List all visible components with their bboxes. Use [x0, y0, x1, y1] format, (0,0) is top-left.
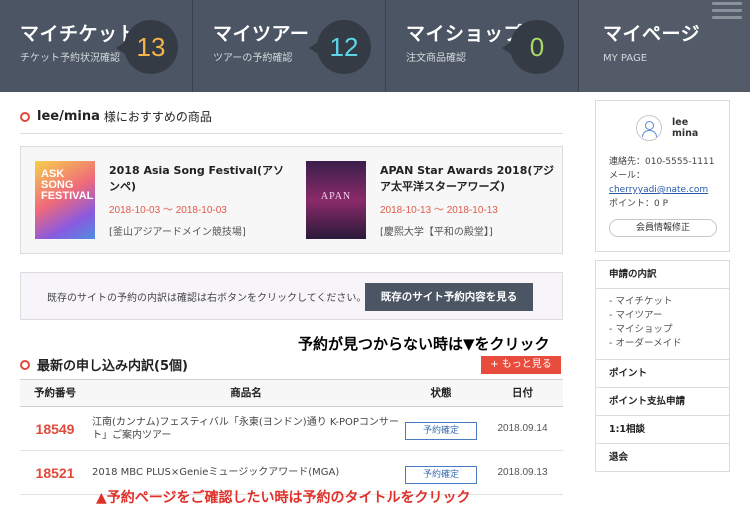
table-header: 予約番号 商品名 状態 日付: [20, 379, 563, 407]
poster-image[interactable]: APAN: [306, 161, 366, 239]
nav-my-page[interactable]: マイページ MY PAGE: [579, 0, 750, 92]
sidebar-item-my-ticket[interactable]: - マイチケット: [609, 295, 729, 309]
sidebar-item-consultation[interactable]: 1:1相談: [596, 415, 729, 443]
annotation-bottom: ▲予約ページをご確認したい時は予約のタイトルをクリック: [96, 490, 471, 506]
annotation-top: 予約が見つからない時は▼をクリック: [298, 335, 550, 353]
recommend-item-date: 2018-10-03 ～ 2018-10-03: [109, 205, 227, 216]
profile-info: 連絡先：010-5555-1111 メール： cherryyadi@nate.c…: [609, 155, 714, 211]
header-reservation-no: 予約番号: [34, 387, 76, 399]
profile-phone: 連絡先：010-5555-1111: [609, 157, 715, 167]
recommend-item-venue: [慶熙大学【平和の殿堂】]: [380, 227, 493, 238]
recent-heading: 最新の申し込み内訳(5個): [20, 355, 188, 374]
sidebar-item-withdraw[interactable]: 退会: [596, 443, 729, 471]
sidebar-apply-list: - マイチケット - マイツアー - マイショップ - オーダーメイド: [596, 288, 729, 359]
bullet-ring-icon: [20, 359, 30, 370]
divider: [20, 133, 563, 134]
reservation-title[interactable]: 2018 MBC PLUS×Genieミュージックアワード(MGA): [90, 466, 400, 479]
header-date: 日付: [512, 387, 533, 399]
profile-name-line2: mina: [672, 128, 699, 139]
legacy-notice-box: 既存のサイトの予約の内訳は確認は右ボタンをクリックしてください。 既存のサイト予…: [20, 272, 563, 320]
bullet-ring-icon: [20, 111, 30, 122]
recommend-item-venue: [釜山アジアードメイン競技場]: [109, 227, 246, 238]
recommend-box: ASK SONG FESTIVAL 2018 Asia Song Festiva…: [20, 146, 563, 254]
poster-image[interactable]: ASK SONG FESTIVAL: [35, 161, 95, 239]
sidebar-apply-section: 申請の内訳 - マイチケット - マイツアー - マイショップ - オーダーメイ…: [595, 260, 730, 472]
menu-icon[interactable]: [712, 2, 742, 28]
nav-my-page-sub: MY PAGE: [603, 53, 648, 64]
sidebar-item-my-shop[interactable]: - マイショップ: [609, 323, 729, 337]
nav-my-shop[interactable]: マイショップ 注文商品確認 0: [386, 0, 579, 92]
edit-profile-button[interactable]: 会員情報修正: [609, 219, 717, 237]
reservation-title[interactable]: 江南(カンナム)フェスティバル「永東(ヨンドン)通り K-POPコンサート」ご案…: [90, 416, 400, 442]
sidebar-item-points[interactable]: ポイント: [596, 359, 729, 387]
reservation-date: 2018.09.14: [497, 423, 548, 434]
user-avatar-icon: [636, 115, 662, 141]
profile-points: ポイント：0 P: [609, 199, 669, 209]
reservation-number[interactable]: 18549: [20, 421, 90, 437]
nav-my-ticket[interactable]: マイチケット チケット予約状況確認 13: [0, 0, 193, 92]
sidebar-item-my-tour[interactable]: - マイツアー: [609, 309, 729, 323]
status-cell: 予約確定: [400, 418, 482, 440]
recommend-item-date: 2018-10-13 ～ 2018-10-13: [380, 205, 498, 216]
shop-count-badge: 0: [502, 20, 564, 74]
recommend-suffix: 様におすすめの商品: [103, 110, 212, 124]
recommend-item[interactable]: ASK SONG FESTIVAL 2018 Asia Song Festiva…: [35, 161, 295, 243]
recommend-item-name[interactable]: APAN Star Awards 2018(アジア太平洋スターアワーズ): [380, 163, 560, 195]
profile-card: lee mina 連絡先：010-5555-1111 メール： cherryya…: [595, 100, 730, 252]
tour-count-badge: 12: [309, 20, 371, 74]
recent-title: 最新の申し込み内訳(5個): [37, 359, 188, 374]
profile-name: lee mina: [672, 117, 698, 139]
nav-my-tour[interactable]: マイツアー ツアーの予約確認 12: [193, 0, 386, 92]
poster-text: APAN: [320, 191, 352, 202]
poster-text: ASK SONG FESTIVAL: [41, 168, 94, 202]
sidebar-apply-heading: 申請の内訳: [596, 260, 729, 288]
legacy-reservations-button[interactable]: 既存のサイト予約内容を見る: [365, 283, 533, 311]
header-status: 状態: [430, 387, 452, 399]
recommend-user: lee/mina: [37, 109, 100, 124]
recommend-item-name[interactable]: 2018 Asia Song Festival(アソンペ): [109, 163, 289, 195]
status-cell: 予約確定: [400, 462, 482, 484]
recommend-item[interactable]: APAN APAN Star Awards 2018(アジア太平洋スターアワーズ…: [306, 161, 566, 243]
top-navigation: マイチケット チケット予約状況確認 13 マイツアー ツアーの予約確認 12 マ…: [0, 0, 750, 92]
status-badge: 予約確定: [405, 421, 477, 440]
header-product-name: 商品名: [230, 387, 262, 399]
table-row[interactable]: 18549 江南(カンナム)フェスティバル「永東(ヨンドン)通り K-POPコン…: [20, 407, 563, 451]
recommend-heading: lee/mina 様におすすめの商品: [20, 108, 212, 125]
ticket-count-badge: 13: [116, 20, 178, 74]
reservation-date: 2018.09.13: [497, 467, 548, 478]
sidebar-item-point-payment[interactable]: ポイント支払申請: [596, 387, 729, 415]
more-button[interactable]: + もっと見る: [481, 356, 561, 374]
profile-name-line1: lee: [672, 117, 689, 128]
profile-mail-label: メール：: [609, 171, 646, 181]
sidebar: lee mina 連絡先：010-5555-1111 メール： cherryya…: [595, 100, 730, 472]
sidebar-item-order-made[interactable]: - オーダーメイド: [609, 337, 729, 351]
recent-table: 予約番号 商品名 状態 日付 18549 江南(カンナム)フェスティバル「永東(…: [20, 379, 563, 495]
profile-email-link[interactable]: cherryyadi@nate.com: [609, 183, 714, 197]
status-badge: 予約確定: [405, 465, 477, 484]
legacy-notice-text: 既存のサイトの予約の内訳は確認は右ボタンをクリックしてください。: [47, 293, 367, 304]
reservation-number[interactable]: 18521: [20, 465, 90, 481]
